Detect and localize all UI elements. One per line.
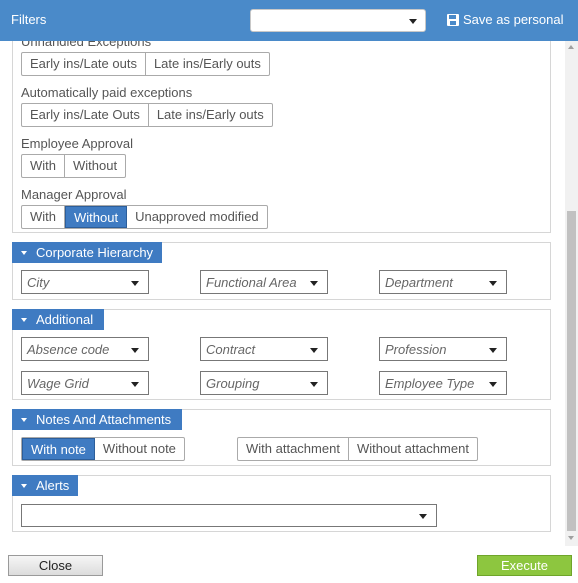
corporate-hierarchy-panel: Corporate Hierarchy City Functional Area… bbox=[12, 242, 551, 300]
additional-title: Additional bbox=[36, 312, 94, 327]
profession-placeholder: Profession bbox=[385, 342, 447, 357]
grouping-placeholder: Grouping bbox=[206, 376, 260, 391]
manager-approval-unapproved-modified-button[interactable]: Unapproved modified bbox=[127, 206, 267, 228]
wage-grid-placeholder: Wage Grid bbox=[27, 376, 89, 391]
chevron-down-icon bbox=[409, 19, 417, 24]
with-attachment-button[interactable]: With attachment bbox=[238, 438, 349, 460]
employee-type-placeholder: Employee Type bbox=[385, 376, 475, 391]
without-attachment-button[interactable]: Without attachment bbox=[349, 438, 477, 460]
department-dropdown[interactable]: Department bbox=[379, 270, 507, 294]
absence-code-placeholder: Absence code bbox=[27, 342, 110, 357]
manager-approval-group: With Without Unapproved modified bbox=[21, 205, 268, 229]
scroll-up-arrow-icon[interactable] bbox=[568, 45, 574, 49]
profession-dropdown[interactable]: Profession bbox=[379, 337, 507, 361]
notes-attachments-title: Notes And Attachments bbox=[36, 412, 172, 427]
collapse-triangle-icon bbox=[21, 417, 27, 422]
collapse-triangle-icon bbox=[21, 317, 27, 322]
auto-paid-label: Automatically paid exceptions bbox=[21, 85, 193, 100]
department-placeholder: Department bbox=[385, 275, 453, 290]
manager-approval-without-button[interactable]: Without bbox=[65, 206, 128, 228]
chevron-down-icon bbox=[310, 348, 318, 353]
chevron-down-icon bbox=[419, 514, 427, 519]
contract-dropdown[interactable]: Contract bbox=[200, 337, 328, 361]
with-note-button[interactable]: With note bbox=[22, 438, 95, 460]
chevron-down-icon bbox=[310, 281, 318, 286]
functional-area-placeholder: Functional Area bbox=[206, 275, 297, 290]
exceptions-panel: Unhandled Exceptions Early ins/Late outs… bbox=[12, 41, 551, 233]
auto-paid-early-ins-button[interactable]: Early ins/Late Outs bbox=[22, 104, 149, 126]
wage-grid-dropdown[interactable]: Wage Grid bbox=[21, 371, 149, 395]
employee-type-dropdown[interactable]: Employee Type bbox=[379, 371, 507, 395]
employee-approval-with-button[interactable]: With bbox=[22, 155, 65, 177]
chevron-down-icon bbox=[131, 348, 139, 353]
alerts-panel: Alerts bbox=[12, 475, 551, 532]
collapse-triangle-icon bbox=[21, 250, 27, 255]
scrollbar[interactable] bbox=[565, 41, 578, 546]
saved-filter-select[interactable] bbox=[250, 9, 426, 32]
filters-content[interactable]: Unhandled Exceptions Early ins/Late outs… bbox=[0, 41, 578, 546]
absence-code-dropdown[interactable]: Absence code bbox=[21, 337, 149, 361]
chevron-down-icon bbox=[489, 281, 497, 286]
header-title: Filters bbox=[11, 12, 47, 27]
auto-paid-late-ins-button[interactable]: Late ins/Early outs bbox=[149, 104, 272, 126]
chevron-down-icon bbox=[310, 382, 318, 387]
auto-paid-group: Early ins/Late Outs Late ins/Early outs bbox=[21, 103, 273, 127]
filters-header: Filters Save as personal bbox=[0, 0, 578, 41]
attachment-group: With attachment Without attachment bbox=[237, 437, 478, 461]
additional-header[interactable]: Additional bbox=[12, 309, 104, 330]
notes-attachments-panel: Notes And Attachments With note Without … bbox=[12, 409, 551, 466]
employee-approval-group: With Without bbox=[21, 154, 127, 178]
employee-approval-label: Employee Approval bbox=[21, 136, 134, 151]
alerts-dropdown[interactable] bbox=[21, 504, 437, 527]
corporate-hierarchy-header[interactable]: Corporate Hierarchy bbox=[12, 242, 162, 263]
alerts-header[interactable]: Alerts bbox=[12, 475, 78, 496]
grouping-dropdown[interactable]: Grouping bbox=[200, 371, 328, 395]
city-placeholder: City bbox=[27, 275, 50, 290]
chevron-down-icon bbox=[489, 348, 497, 353]
corporate-hierarchy-title: Corporate Hierarchy bbox=[36, 245, 154, 260]
floppy-disk-icon bbox=[447, 13, 459, 26]
unhandled-exceptions-label: Unhandled Exceptions bbox=[21, 41, 152, 49]
close-button[interactable]: Close bbox=[8, 555, 103, 576]
chevron-down-icon bbox=[131, 382, 139, 387]
functional-area-dropdown[interactable]: Functional Area bbox=[200, 270, 328, 294]
employee-approval-without-button[interactable]: Without bbox=[65, 155, 125, 177]
execute-button[interactable]: Execute bbox=[477, 555, 572, 576]
unhandled-late-ins-button[interactable]: Late ins/Early outs bbox=[146, 53, 269, 75]
notes-attachments-header[interactable]: Notes And Attachments bbox=[12, 409, 182, 430]
scroll-down-arrow-icon[interactable] bbox=[568, 536, 574, 540]
chevron-down-icon bbox=[131, 281, 139, 286]
note-group: With note Without note bbox=[21, 437, 185, 461]
contract-placeholder: Contract bbox=[206, 342, 256, 357]
collapse-triangle-icon bbox=[21, 483, 27, 488]
save-as-personal-button[interactable]: Save as personal bbox=[447, 12, 563, 27]
alerts-title: Alerts bbox=[36, 478, 70, 493]
additional-panel: Additional Absence code Contract Profess… bbox=[12, 309, 551, 400]
unhandled-early-ins-button[interactable]: Early ins/Late outs bbox=[22, 53, 146, 75]
save-as-personal-label: Save as personal bbox=[463, 12, 564, 27]
without-note-button[interactable]: Without note bbox=[95, 438, 184, 460]
city-dropdown[interactable]: City bbox=[21, 270, 149, 294]
chevron-down-icon bbox=[489, 382, 497, 387]
manager-approval-with-button[interactable]: With bbox=[22, 206, 65, 228]
unhandled-exceptions-group: Early ins/Late outs Late ins/Early outs bbox=[21, 52, 270, 76]
manager-approval-label: Manager Approval bbox=[21, 187, 127, 202]
scrollbar-thumb[interactable] bbox=[567, 211, 576, 531]
